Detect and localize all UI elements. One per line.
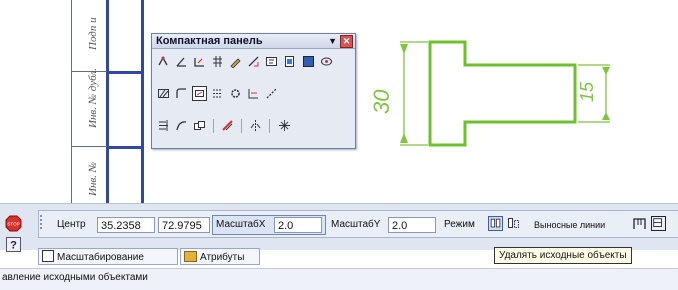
pen-icon[interactable] — [229, 55, 242, 68]
frame-label-inv: Инв. № — [87, 161, 99, 196]
arrow-30-top — [400, 44, 408, 54]
array-icon[interactable] — [211, 87, 224, 100]
tooltip: Удалять исходные объекты — [494, 247, 632, 264]
status-text: авление исходными объектами — [2, 272, 148, 283]
center-y-field[interactable]: 72.9795 — [158, 217, 210, 233]
frame-column-line — [106, 0, 109, 203]
property-bar: STOP ? Центр 35.2358 72.9795 МасштабХ 2.… — [0, 203, 678, 265]
layers-icon[interactable] — [320, 55, 333, 68]
scale-x-field[interactable]: 2.0 — [274, 217, 322, 233]
rectangle-icon[interactable] — [192, 86, 208, 101]
scale-y-field[interactable]: 2.0 — [388, 217, 436, 233]
frame-cell-divider-2 — [106, 146, 144, 149]
frame-label-signature: Подп и — [87, 17, 99, 50]
t-shape-outline — [428, 40, 577, 147]
scaling-tab-icon — [42, 250, 54, 263]
toolbar-separator — [269, 118, 271, 133]
tab-scaling[interactable]: Масштабирование — [38, 248, 178, 265]
snap-icon[interactable] — [157, 55, 170, 68]
leader-lines-on-button[interactable] — [632, 216, 647, 231]
arrow-15-bottom — [602, 112, 610, 120]
dimension-label-15: 15 — [577, 81, 597, 102]
toolbar-separator — [241, 118, 243, 133]
scale-y-label: МасштабY — [331, 219, 381, 230]
panel-grip-icon[interactable] — [40, 215, 50, 229]
trim-icon[interactable] — [157, 119, 170, 132]
doc-icon[interactable] — [283, 55, 296, 68]
help-button[interactable]: ? — [6, 237, 21, 252]
status-bar: авление исходными объектами — [0, 268, 678, 290]
arrow-15-top — [602, 67, 610, 75]
tab-scaling-label: Масштабирование — [57, 252, 144, 263]
mode-delete-originals-button[interactable] — [506, 216, 521, 231]
arrow-30-bottom — [400, 133, 408, 143]
scale-icon[interactable] — [278, 119, 291, 132]
frame-right-line — [141, 0, 144, 203]
delete-icon[interactable] — [221, 119, 234, 132]
leader-lines-off-button[interactable] — [651, 216, 666, 231]
tab-attributes[interactable]: Атрибуты — [180, 248, 260, 265]
stop-button[interactable]: STOP — [5, 215, 22, 232]
compact-panel-titlebar[interactable]: Компактная панель ▼ ✕ — [152, 34, 355, 49]
frame-thin-divider-2 — [71, 146, 107, 147]
mode-label: Режим — [444, 219, 475, 230]
sheet-icon[interactable] — [302, 55, 315, 68]
compact-panel[interactable]: Компактная панель ▼ ✕ — [151, 33, 356, 149]
svg-text:?: ? — [10, 240, 17, 252]
drawing-canvas: 30 15 — [369, 40, 610, 147]
close-icon[interactable]: ✕ — [340, 35, 353, 48]
mode-keep-originals-button[interactable] — [488, 216, 503, 231]
frame-cell-divider-1 — [106, 71, 144, 74]
scale-x-label: МасштабХ — [216, 219, 266, 230]
t-shape-contour — [428, 40, 577, 147]
fillet-icon[interactable] — [175, 87, 188, 100]
compact-toolbar-row-2 — [156, 86, 279, 101]
tab-attributes-label: Атрибуты — [200, 252, 245, 263]
panel-menu-icon[interactable]: ▼ — [328, 34, 337, 48]
center-label: Центр — [57, 219, 86, 230]
frame-label-dup-inv: Инв. № дубл. — [87, 68, 99, 128]
compact-toolbar-row-3 — [156, 118, 292, 133]
attributes-tab-icon — [184, 250, 197, 262]
line-icon[interactable] — [265, 87, 278, 100]
copy-icon[interactable] — [193, 119, 206, 132]
angle-icon[interactable] — [175, 55, 188, 68]
toolbar-separator — [213, 118, 215, 133]
align-icon[interactable] — [193, 55, 206, 68]
compact-panel-title: Компактная панель — [156, 35, 263, 47]
curve-icon[interactable] — [175, 119, 188, 132]
dimension-icon[interactable] — [247, 87, 260, 100]
center-x-field[interactable]: 35.2358 — [97, 217, 155, 233]
mirror-icon[interactable] — [249, 119, 262, 132]
compact-toolbar-row-1 — [156, 54, 334, 69]
svg-text:STOP: STOP — [7, 222, 19, 227]
grid-icon[interactable] — [211, 55, 224, 68]
gear-icon[interactable] — [229, 87, 242, 100]
frame-left-thin — [71, 0, 72, 203]
text-icon[interactable] — [265, 55, 278, 68]
leader-lines-label: Выносные линии — [534, 220, 606, 230]
hatch-icon[interactable] — [157, 87, 170, 100]
dimension-label-30: 30 — [369, 89, 394, 114]
measure-icon[interactable] — [247, 55, 260, 68]
